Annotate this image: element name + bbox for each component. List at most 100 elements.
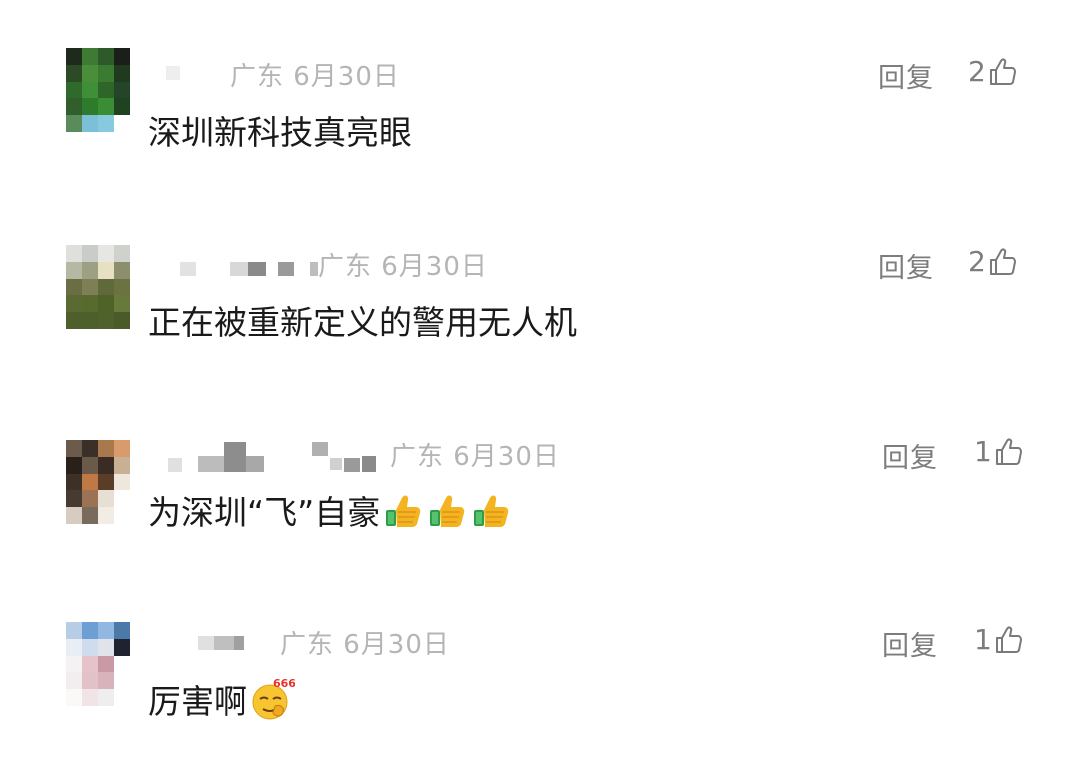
avatar-pixel (82, 456, 98, 474)
avatar-pixel (82, 655, 98, 673)
avatar-pixel (98, 312, 114, 329)
avatar-pixel (66, 98, 82, 116)
avatar-pixel (66, 115, 82, 132)
comment-item: 广东 6月30日 回复 1 为深圳“飞”自豪 (0, 420, 1080, 560)
avatar-pixel (114, 295, 130, 313)
avatar-pixel (82, 490, 98, 508)
avatar-pixel (114, 261, 130, 279)
avatar-pixel (82, 245, 98, 262)
avatar-pixel (98, 655, 114, 673)
thumbs-up-icon (995, 626, 1022, 653)
comment-text-content: 为深圳“飞”自豪 (148, 493, 381, 532)
reply-button[interactable]: 回复 (878, 246, 934, 285)
comment-location-date: 广东 6月30日 (390, 442, 560, 472)
avatar-pixel (66, 64, 82, 82)
avatar-pixel (82, 48, 98, 65)
comment-item: 广东 6月30日 回复 2 正在被重新定义的警用无人机 (0, 230, 1080, 370)
like-button[interactable]: 1 (974, 435, 1024, 468)
comment-item: 广东 6月30日 回复 2 深圳新科技真亮眼 (0, 40, 1080, 180)
avatar-pixel (82, 622, 98, 639)
avatar-pixel (98, 456, 114, 474)
avatar-pixel (98, 278, 114, 296)
avatar-pixel (114, 98, 130, 116)
avatar-pixel (114, 490, 130, 508)
like-button[interactable]: 2 (968, 245, 1018, 278)
comment-location-date: 广东 6月30日 (280, 630, 450, 660)
comment-text-content: 深圳新科技真亮眼 (148, 113, 412, 152)
avatar-pixel (98, 115, 114, 132)
avatar-pixel (82, 312, 98, 329)
avatar-pixel (98, 245, 114, 262)
avatar-pixel (98, 81, 114, 99)
avatar-pixel (82, 115, 98, 132)
avatar-pixel (82, 507, 98, 524)
comment-item: 广东 6月30日 回复 1 厉害啊 666 (0, 608, 1080, 748)
thumbs-up-emoji-icon (386, 495, 421, 527)
avatar[interactable] (66, 48, 130, 132)
comment-text: 为深圳“飞”自豪 (148, 488, 512, 532)
avatar-pixel (66, 689, 82, 706)
avatar-pixel (82, 295, 98, 313)
like-count: 1 (974, 435, 992, 468)
avatar-pixel (82, 261, 98, 279)
avatar-pixel (98, 672, 114, 690)
avatar-pixel (98, 473, 114, 491)
comment-location-date: 广东 6月30日 (318, 252, 488, 282)
reply-button[interactable]: 回复 (878, 56, 934, 95)
avatar-pixel (82, 278, 98, 296)
avatar[interactable] (66, 245, 130, 329)
reply-button[interactable]: 回复 (882, 624, 938, 663)
avatar-pixel (66, 440, 82, 457)
avatar-pixel (66, 638, 82, 656)
avatar-pixel (114, 48, 130, 65)
comment-text-content: 正在被重新定义的警用无人机 (148, 303, 577, 342)
comment-text: 深圳新科技真亮眼 (148, 108, 412, 152)
avatar-pixel (66, 48, 82, 65)
avatar-pixel (66, 655, 82, 673)
avatar-pixel (98, 440, 114, 457)
comment-text: 厉害啊 666 (148, 674, 295, 724)
avatar-pixel (66, 81, 82, 99)
like-button[interactable]: 1 (974, 623, 1024, 656)
avatar-pixel (82, 440, 98, 457)
avatar-pixel (82, 98, 98, 116)
thumbs-up-icon (989, 248, 1016, 275)
avatar-pixel (114, 655, 130, 673)
comment-text-content: 厉害啊 (148, 682, 247, 721)
username-blurred[interactable] (162, 66, 222, 86)
avatar-pixel (66, 295, 82, 313)
avatar-pixel (114, 312, 130, 329)
avatar-pixel (66, 456, 82, 474)
avatar-pixel (98, 689, 114, 706)
avatar-pixel (82, 473, 98, 491)
avatar-pixel (82, 81, 98, 99)
username-blurred[interactable] (162, 442, 392, 472)
username-blurred[interactable] (162, 262, 332, 282)
avatar-pixel (66, 672, 82, 690)
avatar-pixel (66, 473, 82, 491)
avatar-pixel (98, 507, 114, 524)
comment-location-date: 广东 6月30日 (230, 62, 400, 92)
avatar-pixel (66, 490, 82, 508)
avatar-pixel (66, 245, 82, 262)
avatar[interactable] (66, 440, 130, 524)
avatar-pixel (82, 638, 98, 656)
avatar-pixel (98, 295, 114, 313)
avatar-pixel (98, 48, 114, 65)
avatar-pixel (66, 261, 82, 279)
666-face-emoji-icon: 666 (252, 677, 295, 720)
avatar-pixel (98, 64, 114, 82)
svg-text:666: 666 (273, 677, 295, 690)
avatar-pixel (82, 689, 98, 706)
username-blurred[interactable] (162, 636, 272, 656)
thumbs-up-icon (989, 58, 1016, 85)
avatar[interactable] (66, 622, 130, 706)
like-button[interactable]: 2 (968, 55, 1018, 88)
avatar-pixel (98, 261, 114, 279)
avatar-pixel (114, 622, 130, 639)
reply-button[interactable]: 回复 (882, 436, 938, 475)
avatar-pixel (98, 98, 114, 116)
avatar-pixel (66, 312, 82, 329)
avatar-pixel (82, 672, 98, 690)
like-count: 2 (968, 55, 986, 88)
